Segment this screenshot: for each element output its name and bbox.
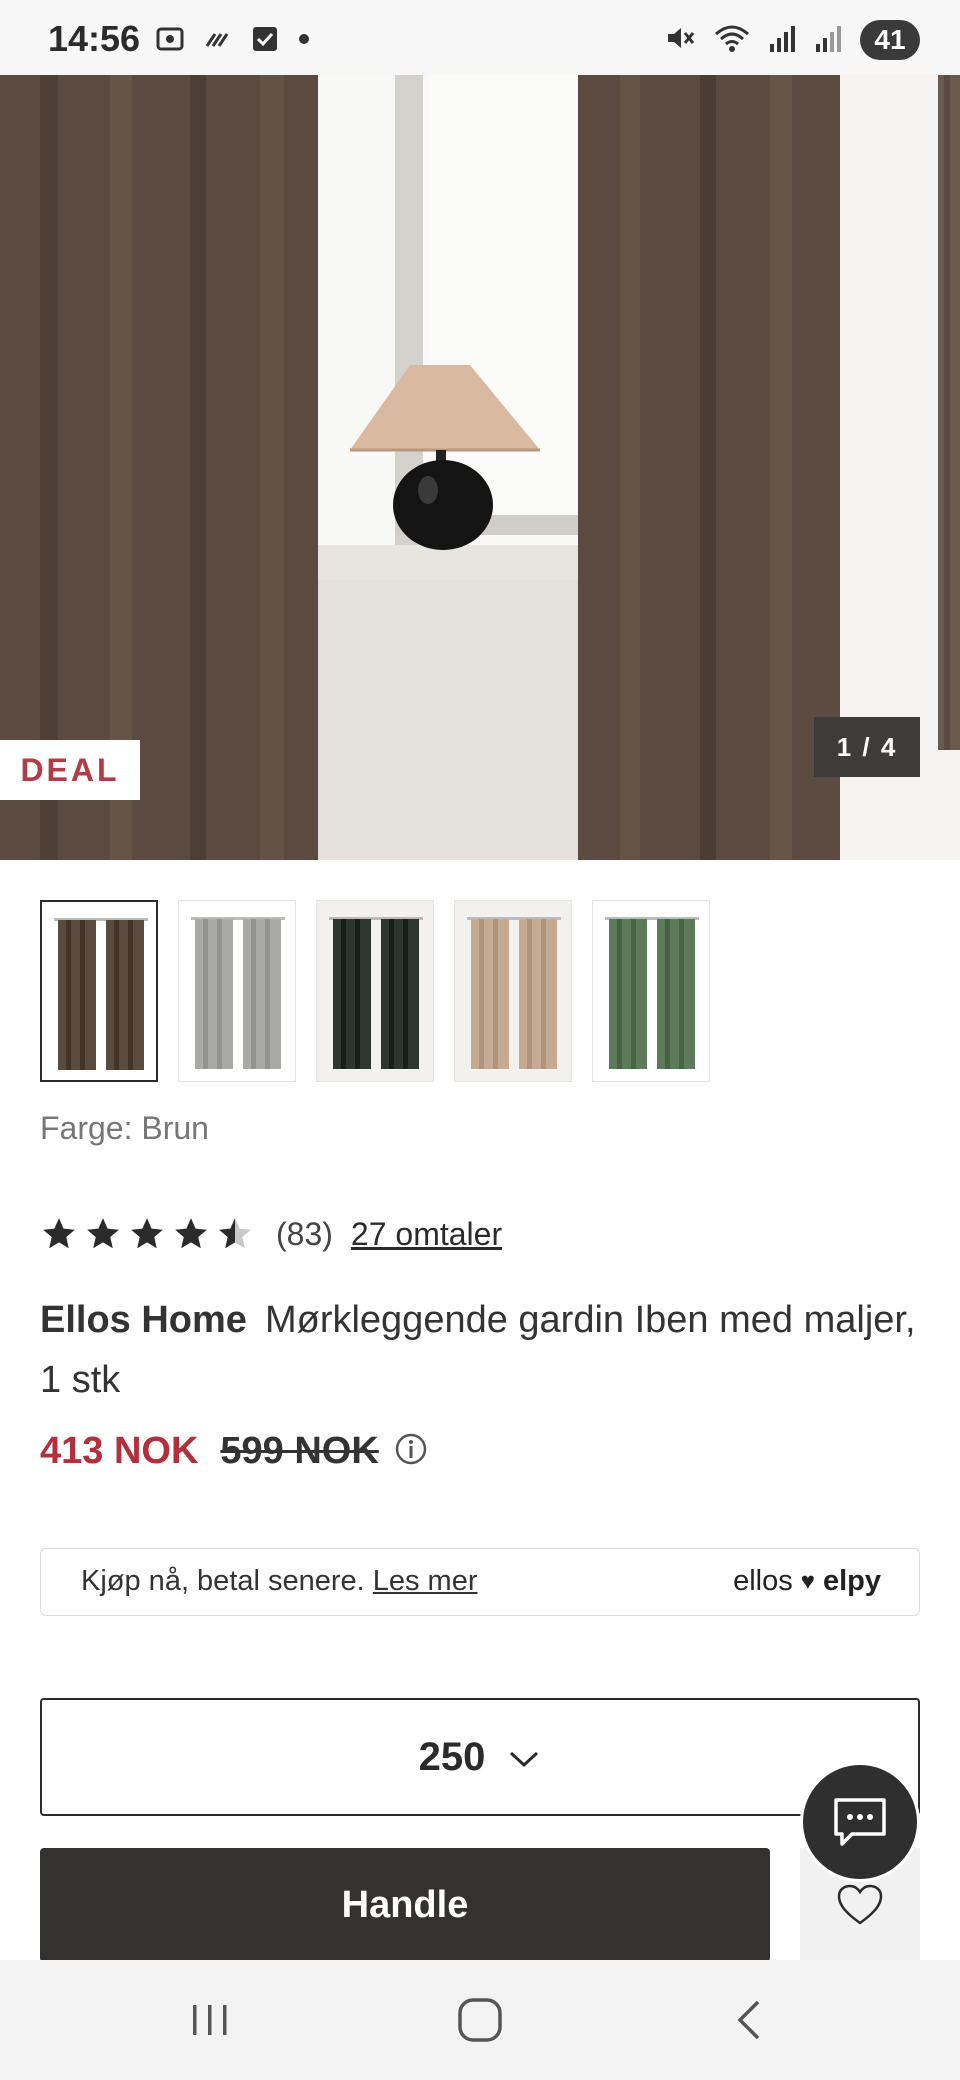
product-image-gallery[interactable]: DEAL 1 / 4 — [0, 75, 960, 860]
buy-button[interactable]: Handle — [40, 1848, 770, 1962]
status-bar: 14:56 41 — [0, 0, 960, 75]
elpy-logo-text: elpy — [822, 1565, 881, 1597]
brand-name[interactable]: Ellos Home — [40, 1299, 247, 1341]
chevron-down-icon — [507, 1735, 541, 1780]
status-time: 14:56 — [48, 18, 141, 59]
reviews-link[interactable]: 27 omtaler — [351, 1216, 502, 1253]
color-thumbnails — [40, 900, 710, 1082]
chat-button[interactable] — [800, 1762, 920, 1882]
info-icon[interactable] — [393, 1431, 429, 1472]
recent-apps-icon[interactable] — [185, 1990, 235, 2055]
star-icon — [175, 1218, 207, 1249]
signal-icon-2 — [814, 22, 844, 59]
pay-later-text: Kjøp nå, betal senere. Les mer — [81, 1565, 478, 1598]
read-more-link[interactable]: Les mer — [373, 1565, 478, 1597]
rating-count: (83) — [276, 1215, 333, 1252]
chat-icon — [834, 1798, 886, 1846]
back-icon[interactable] — [725, 1990, 775, 2055]
half-star-icon — [219, 1218, 251, 1249]
rating-row: (83) 27 omtaler — [40, 1215, 502, 1253]
mute-icon — [664, 22, 696, 59]
system-navigation-bar — [0, 1960, 960, 2080]
star-icon — [87, 1218, 119, 1249]
ellos-elpy-logo: ellos ♥ elpy — [733, 1565, 881, 1598]
star-rating — [40, 1215, 254, 1253]
thumbnail-green[interactable] — [592, 900, 710, 1082]
size-value: 250 — [418, 1734, 486, 1779]
pay-later-banner: Kjøp nå, betal senere. Les mer ellos ♥ el… — [40, 1548, 920, 1616]
price-row: 413 NOK 599 NOK — [40, 1430, 429, 1473]
ellos-logo-text: ellos — [733, 1565, 793, 1597]
wifi-icon — [712, 22, 752, 59]
signal-icon — [768, 22, 798, 59]
home-icon[interactable] — [450, 1990, 510, 2055]
thumbnail-light-grey[interactable] — [178, 900, 296, 1082]
sale-price: 413 NOK — [40, 1430, 199, 1472]
star-icon — [43, 1218, 75, 1249]
signal-sticker-icon — [203, 24, 233, 59]
original-price: 599 NOK — [220, 1430, 379, 1472]
deal-badge: DEAL — [0, 740, 140, 800]
next-image-peek — [938, 75, 960, 750]
checkbox-icon — [251, 25, 279, 58]
pay-later-message: Kjøp nå, betal senere. — [81, 1565, 365, 1597]
status-right: 41 — [664, 20, 920, 60]
dot-icon — [297, 32, 311, 51]
battery-indicator: 41 — [860, 20, 920, 60]
size-select[interactable]: 250 — [40, 1698, 920, 1816]
heart-icon: ♥ — [800, 1567, 815, 1595]
thumbnail-beige[interactable] — [454, 900, 572, 1082]
product-title: Ellos Home Mørkleggende gardin Iben med m… — [40, 1290, 920, 1410]
thumbnail-dark-green-black[interactable] — [316, 900, 434, 1082]
heart-outline-icon — [837, 1884, 883, 1925]
screenshot-icon — [155, 24, 185, 59]
thumbnail-brown[interactable] — [40, 900, 158, 1082]
star-icon — [131, 1218, 163, 1249]
color-label: Farge: Brun — [40, 1110, 209, 1146]
status-left-icons — [155, 24, 311, 59]
image-counter: 1 / 4 — [814, 717, 920, 777]
